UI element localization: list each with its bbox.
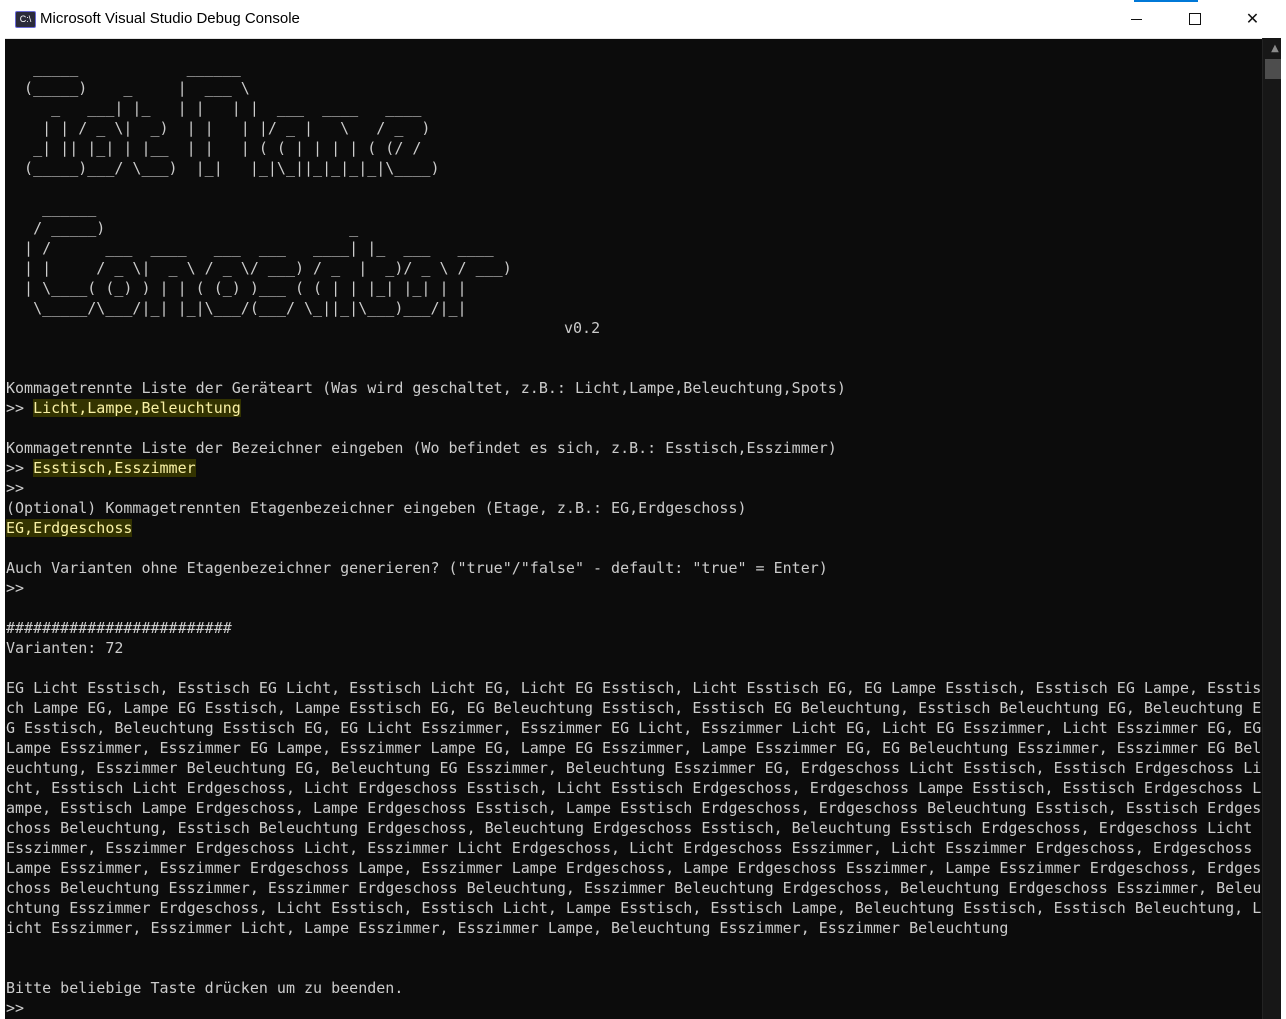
device-type-prompt: Kommagetrennte Liste der Geräteart (Was …: [6, 379, 846, 397]
minimize-icon: [1131, 18, 1142, 20]
exit-prompt: Bitte beliebige Taste drücken um zu been…: [6, 979, 404, 997]
variants-output: EG Licht Esstisch, Esstisch EG Licht, Es…: [6, 679, 1262, 937]
prompt-marker: >>: [6, 999, 25, 1017]
console-app-icon: C:\: [15, 11, 36, 28]
console-window: C:\ Microsoft Visual Studio Debug Consol…: [5, 0, 1286, 1019]
window-title: Microsoft Visual Studio Debug Console: [40, 10, 300, 27]
minimize-button[interactable]: [1108, 0, 1165, 38]
logo-line: _| || |_| | |__ | | | ( ( | | | | ( (/ /: [6, 139, 422, 157]
variants-prompt: Auch Varianten ohne Etagenbezeichner gen…: [6, 559, 828, 577]
prompt-marker: >>: [6, 479, 25, 497]
name-input-line: >> Esstisch,Esszimmer: [6, 458, 196, 478]
maximize-button[interactable]: [1166, 0, 1223, 38]
floor-input: EG,Erdgeschoss: [6, 519, 133, 537]
name-input: Esstisch,Esszimmer: [33, 459, 196, 477]
logo-line: ______: [6, 199, 97, 217]
console-output[interactable]: _____ ______ (_____) _ | ___ \ _ ___| |_…: [5, 38, 1262, 1019]
logo-line: / _____) _: [6, 219, 359, 237]
logo-line: \_____/\___/|_| |_|\___/(___/ \_||_|\___…: [6, 299, 467, 317]
logo-line: _ ___| |_ | | | | ___ ____ ____: [6, 99, 422, 117]
variant-count: Varianten: 72: [6, 639, 124, 657]
title-bar[interactable]: C:\ Microsoft Visual Studio Debug Consol…: [5, 0, 1286, 39]
version-label: v0.2: [564, 319, 601, 337]
floor-input-line: EG,Erdgeschoss: [6, 518, 133, 538]
close-icon: ✕: [1245, 9, 1260, 28]
prompt-marker: >>: [6, 579, 25, 597]
device-type-input-line: >> Licht,Lampe,Beleuchtung: [6, 398, 241, 418]
close-button[interactable]: ✕: [1224, 0, 1281, 38]
logo-line: | / ___ ____ ___ ___ ____| |_ ___ ____: [6, 239, 494, 257]
logo-line: | \____( (_) ) | | ( (_) )___ ( ( | | |_…: [6, 279, 467, 297]
floor-prompt: (Optional) Kommagetrennten Etagenbezeich…: [6, 499, 747, 517]
window-right-border: [1281, 0, 1286, 1019]
logo-line: (_____)___/ \___) |_| |_|\_||_|_|_|_|\__…: [6, 159, 440, 177]
maximize-icon: [1188, 13, 1201, 25]
logo-line: (_____) _ | ___ \: [6, 79, 250, 97]
logo-line: _____ ______: [6, 59, 241, 77]
separator-line: #########################: [6, 619, 232, 637]
prompt-marker: >>: [6, 459, 34, 477]
logo-line: | | / _ \| _) | | | |/ _ | \ / _ ): [6, 119, 431, 137]
device-type-input: Licht,Lampe,Beleuchtung: [33, 399, 241, 417]
logo-line: | | / _ \| _ \ / _ \/ ___) / _ | _)/ _ \…: [6, 259, 512, 277]
prompt-marker: >>: [6, 399, 34, 417]
name-prompt: Kommagetrennte Liste der Bezeichner eing…: [6, 439, 837, 457]
